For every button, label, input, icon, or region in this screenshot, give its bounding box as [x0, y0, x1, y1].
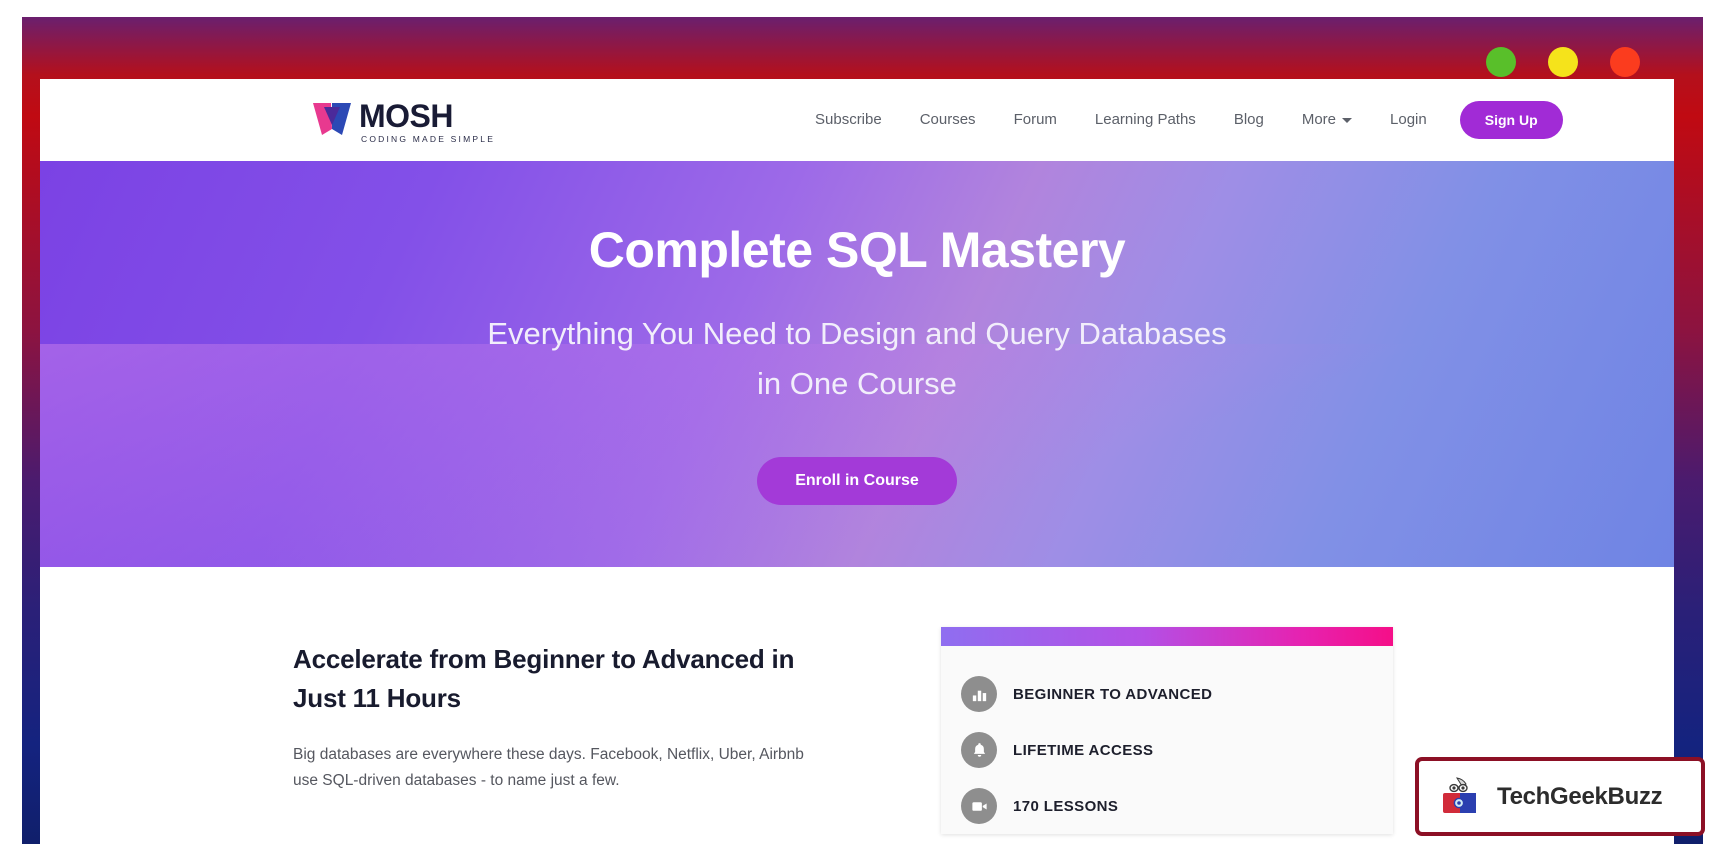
nav-item-blog[interactable]: Blog: [1215, 79, 1283, 161]
watermark-badge: TechGeekBuzz: [1415, 757, 1705, 836]
feature-row-lessons: 170 LESSONS: [961, 778, 1393, 834]
hero-title: Complete SQL Mastery: [588, 222, 1126, 278]
content-text-column: Accelerate from Beginner to Advanced in …: [293, 640, 833, 794]
feature-label: BEGINNER TO ADVANCED: [1013, 685, 1213, 703]
sign-up-button[interactable]: Sign Up: [1459, 101, 1563, 139]
nav-item-forum[interactable]: Forum: [995, 79, 1076, 161]
nav-item-courses[interactable]: Courses: [901, 79, 995, 161]
feature-list: BEGINNER TO ADVANCED LIFETIME ACCESS 170…: [941, 646, 1393, 834]
nav-item-more[interactable]: More: [1283, 79, 1371, 161]
course-feature-card: BEGINNER TO ADVANCED LIFETIME ACCESS 170…: [941, 627, 1393, 834]
bell-icon: [961, 732, 997, 768]
enroll-in-course-button[interactable]: Enroll in Course: [757, 457, 957, 505]
maximize-dot[interactable]: [1548, 47, 1578, 77]
window-controls: [1486, 47, 1640, 77]
hero-section: Complete SQL Mastery Everything You Need…: [40, 161, 1674, 567]
logo-wordmark: MOSH: [359, 98, 454, 134]
section-heading: Accelerate from Beginner to Advanced in …: [293, 644, 795, 713]
browser-window-frame: MOSH CODING MADE SIMPLE Subscribe Course…: [22, 17, 1703, 844]
site-logo[interactable]: MOSH CODING MADE SIMPLE: [311, 99, 495, 144]
chevron-down-icon: [1342, 117, 1353, 123]
feature-row-lifetime-access: LIFETIME ACCESS: [961, 722, 1393, 778]
watermark-text: TechGeekBuzz: [1497, 782, 1663, 810]
nav-item-subscribe[interactable]: Subscribe: [796, 79, 901, 161]
close-dot[interactable]: [1610, 47, 1640, 77]
minimize-dot[interactable]: [1486, 47, 1516, 77]
nav-item-more-label: More: [1301, 111, 1337, 128]
feature-row-beginner-to-advanced: BEGINNER TO ADVANCED: [961, 666, 1393, 722]
logo-tagline: CODING MADE SIMPLE: [361, 134, 496, 144]
hero-subtitle: Everything You Need to Design and Query …: [487, 316, 1227, 401]
section-paragraph: Big databases are everywhere these days.…: [293, 746, 804, 789]
site-header: MOSH CODING MADE SIMPLE Subscribe Course…: [40, 79, 1674, 161]
mosh-logo-icon: [313, 103, 351, 135]
nav-item-login[interactable]: Login: [1371, 79, 1446, 161]
techgeekbuzz-logo-icon: [1443, 776, 1476, 813]
feature-label: LIFETIME ACCESS: [1013, 741, 1154, 759]
feature-label: 170 LESSONS: [1013, 797, 1119, 815]
window-titlebar: [22, 17, 1703, 79]
nav-item-learning-paths[interactable]: Learning Paths: [1076, 79, 1215, 161]
main-navigation: Subscribe Courses Forum Learning Paths B…: [796, 79, 1563, 161]
video-camera-icon: [961, 788, 997, 824]
page-viewport: MOSH CODING MADE SIMPLE Subscribe Course…: [40, 79, 1674, 844]
card-gradient-bar: [941, 627, 1393, 646]
bar-chart-icon: [961, 676, 997, 712]
